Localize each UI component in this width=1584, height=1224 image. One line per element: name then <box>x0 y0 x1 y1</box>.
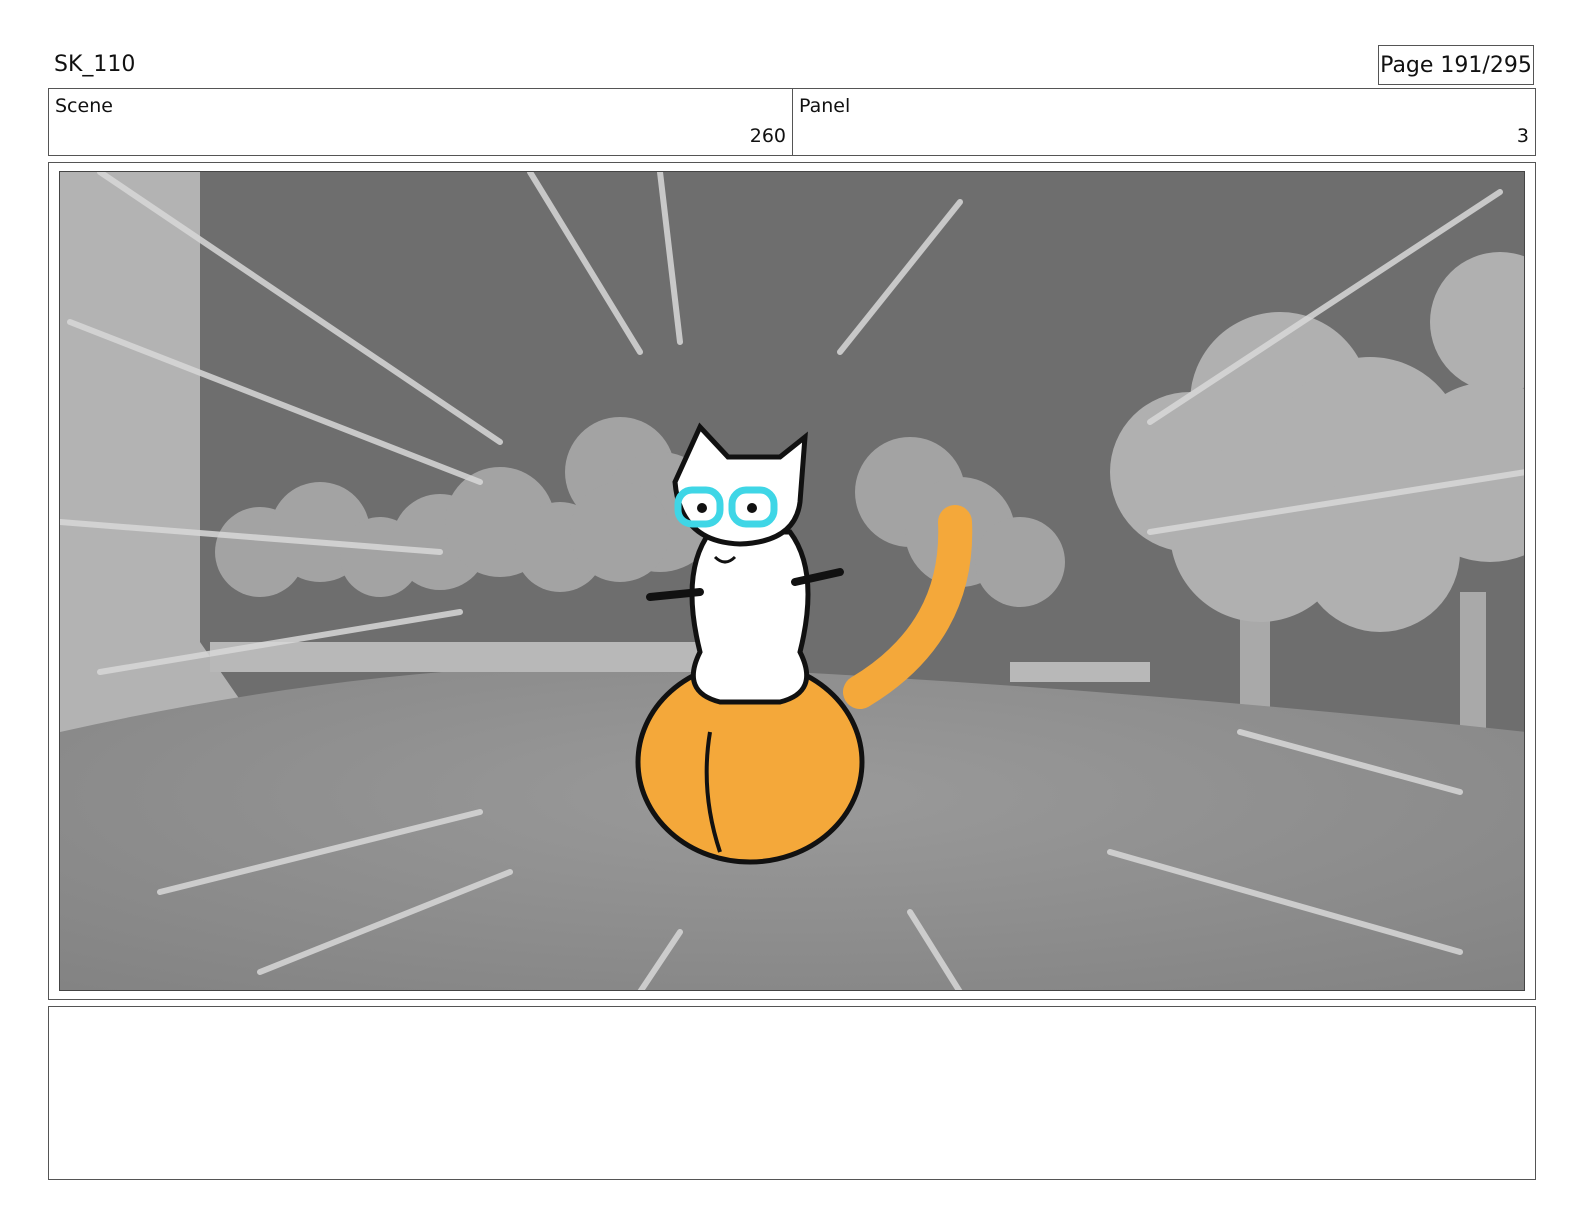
scene-cell: Scene 260 <box>49 89 793 155</box>
notes-box <box>48 1006 1536 1180</box>
panel-cell: Panel 3 <box>793 89 1535 155</box>
document-id: SK_110 <box>54 52 136 77</box>
storyboard-illustration <box>60 172 1524 990</box>
storyboard-frame <box>48 162 1536 1000</box>
storyboard-artwork <box>59 171 1525 991</box>
scene-label: Scene <box>55 95 113 117</box>
scene-number: 260 <box>749 125 786 147</box>
scene-panel-row: Scene 260 Panel 3 <box>48 88 1536 156</box>
panel-label: Panel <box>799 95 851 117</box>
cat-body <box>689 529 811 705</box>
page-number-box: Page 191/295 <box>1378 45 1534 85</box>
panel-number: 3 <box>1516 125 1529 147</box>
